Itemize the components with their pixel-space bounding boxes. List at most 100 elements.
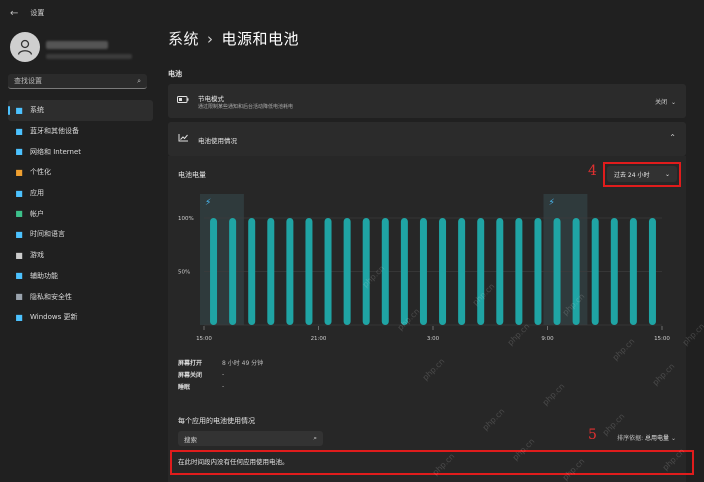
- battery-bar: [496, 218, 504, 325]
- stat-value: -: [222, 370, 225, 378]
- per-app-usage-title: 每个应用的电池使用情况: [178, 417, 255, 425]
- bluetooth-icon: ■: [15, 126, 23, 136]
- sidebar: 查找设置 ⌕ ■ 系统 ■ 蓝牙和其他设备 ■ 网络和 Internet ■ 个性化 ■ 应用 ■ 帐…: [0, 26, 155, 482]
- battery-saver-subtitle: 通过限制某些通知和后台活动降低电池耗电: [198, 104, 294, 110]
- charging-plug-icon: ⚡: [549, 198, 555, 208]
- y-tick-label: 100%: [178, 216, 194, 222]
- brush-icon: ■: [15, 167, 23, 177]
- battery-saver-row[interactable]: 节电模式 通过限制某些通知和后台活动降低电池耗电 关闭 ⌄: [168, 84, 686, 118]
- sort-dropdown[interactable]: 排序依据: 总用电量 ⌄: [617, 433, 676, 442]
- sidebar-item-label: 隐私和安全性: [30, 292, 72, 301]
- sidebar-item[interactable]: ■ 应用: [8, 183, 153, 204]
- charging-band: [200, 194, 244, 325]
- stat-row: 屏幕打开 8 小时 49 分钟: [178, 356, 263, 368]
- battery-bar: [229, 218, 237, 325]
- x-tick-label: 15:00: [196, 336, 212, 342]
- sidebar-item[interactable]: ■ 网络和 Internet: [8, 141, 153, 162]
- person-icon: [17, 39, 33, 55]
- battery-bar: [610, 218, 618, 325]
- screen-stats: 屏幕打开 8 小时 49 分钟 屏幕关闭 - 睡眠 -: [178, 356, 263, 392]
- battery-saver-dropdown[interactable]: 关闭 ⌄: [655, 97, 676, 106]
- sidebar-item-label: 帐户: [30, 209, 44, 218]
- x-tick-label: 9:00: [541, 336, 554, 342]
- app-search-input[interactable]: 搜索 ⌕: [178, 431, 323, 446]
- avatar[interactable]: [10, 32, 40, 62]
- wifi-icon: ■: [15, 147, 23, 157]
- shield-icon: ■: [15, 292, 23, 302]
- stat-key: 屏幕打开: [178, 359, 203, 367]
- accessibility-icon: ■: [15, 271, 23, 281]
- sidebar-item-label: 系统: [30, 106, 44, 115]
- blurred-username: [46, 41, 108, 49]
- battery-bar: [210, 218, 218, 325]
- sidebar-item[interactable]: ■ 游戏: [8, 245, 153, 266]
- chevron-up-icon[interactable]: ⌃: [669, 133, 676, 142]
- battery-bar: [305, 218, 313, 325]
- battery-bar: [419, 218, 427, 325]
- breadcrumb-separator: ›: [207, 30, 214, 48]
- apps-icon: ■: [15, 188, 23, 198]
- battery-bar: [381, 218, 389, 325]
- sidebar-item-label: 游戏: [30, 251, 44, 260]
- x-tick-label: 15:00: [654, 336, 670, 342]
- battery-bar: [477, 218, 485, 325]
- gamepad-icon: ■: [15, 250, 23, 260]
- battery-bar: [534, 218, 542, 325]
- settings-search-input[interactable]: 查找设置 ⌕: [8, 74, 147, 89]
- battery-saver-title: 节电模式: [198, 95, 224, 103]
- battery-bar: [400, 218, 408, 325]
- settings-search-placeholder: 查找设置: [14, 77, 42, 85]
- sidebar-item[interactable]: ■ 个性化: [8, 162, 153, 183]
- breadcrumb-parent[interactable]: 系统: [168, 30, 199, 48]
- breadcrumb: 系统 › 电源和电池: [168, 28, 299, 49]
- battery-bar: [439, 218, 447, 325]
- sort-value: 总用电量: [645, 435, 670, 442]
- battery-usage-header[interactable]: 电池使用情况 ⌃: [168, 122, 686, 156]
- title-bar: ← 设置: [0, 0, 704, 26]
- chart-line-icon: [178, 133, 189, 145]
- chevron-down-icon: ⌄: [670, 435, 676, 442]
- sidebar-nav: ■ 系统 ■ 蓝牙和其他设备 ■ 网络和 Internet ■ 个性化 ■ 应用 ■ 帐户 ■ 时间和语言…: [8, 100, 153, 328]
- x-tick-label: 3:00: [427, 336, 440, 342]
- search-icon: ⌕: [137, 76, 141, 85]
- battery-section-label: 电池: [168, 70, 182, 78]
- stat-value: 8 小时 49 分钟: [222, 359, 264, 367]
- blurred-user-email: [46, 54, 132, 59]
- sidebar-item-label: 应用: [30, 189, 44, 198]
- no-app-usage-message: 在此时间段内没有任何应用使用电池。: [178, 458, 289, 466]
- search-icon: ⌕: [313, 434, 317, 442]
- y-tick-label: 50%: [178, 270, 190, 276]
- stat-key: 睡眠: [178, 383, 191, 391]
- page-title: 电源和电池: [221, 30, 300, 48]
- back-arrow-icon[interactable]: ←: [10, 8, 18, 19]
- sidebar-item[interactable]: ■ 帐户: [8, 203, 153, 224]
- stat-row: 睡眠 -: [178, 380, 263, 392]
- battery-bar: [572, 218, 580, 325]
- monitor-icon: ■: [15, 105, 23, 115]
- stat-row: 屏幕关闭 -: [178, 368, 263, 380]
- charging-band: [543, 194, 588, 325]
- battery-bar: [458, 218, 466, 325]
- battery-bar: [324, 218, 332, 325]
- sidebar-item-label: 网络和 Internet: [30, 147, 82, 156]
- battery-saver-icon: [177, 95, 189, 107]
- stat-value: -: [222, 382, 225, 390]
- sidebar-item[interactable]: ■ 蓝牙和其他设备: [8, 121, 153, 142]
- battery-usage-panel: 电池电量 4 过去 24 小时 ⌄ ⚡ ⚡ 100% 50% 15:00 21:00 3:0…: [168, 156, 694, 482]
- sidebar-item-label: 个性化: [30, 168, 51, 177]
- battery-bar: [248, 218, 256, 325]
- sidebar-item[interactable]: ■ 辅助功能: [8, 266, 153, 287]
- battery-bar: [515, 218, 523, 325]
- account-icon: ■: [15, 209, 23, 219]
- battery-bar: [362, 218, 370, 325]
- sidebar-item[interactable]: ■ 隐私和安全性: [8, 286, 153, 307]
- sidebar-item[interactable]: ■ Windows 更新: [8, 307, 153, 328]
- app-search-placeholder: 搜索: [184, 435, 197, 444]
- battery-usage-title: 电池使用情况: [198, 137, 237, 145]
- sidebar-item[interactable]: ■ 时间和语言: [8, 224, 153, 245]
- sidebar-item[interactable]: ■ 系统: [8, 100, 153, 121]
- sidebar-item-label: 蓝牙和其他设备: [30, 127, 79, 136]
- battery-bar: [648, 218, 656, 325]
- clock-globe-icon: ■: [15, 229, 23, 239]
- window-title: 设置: [30, 9, 45, 17]
